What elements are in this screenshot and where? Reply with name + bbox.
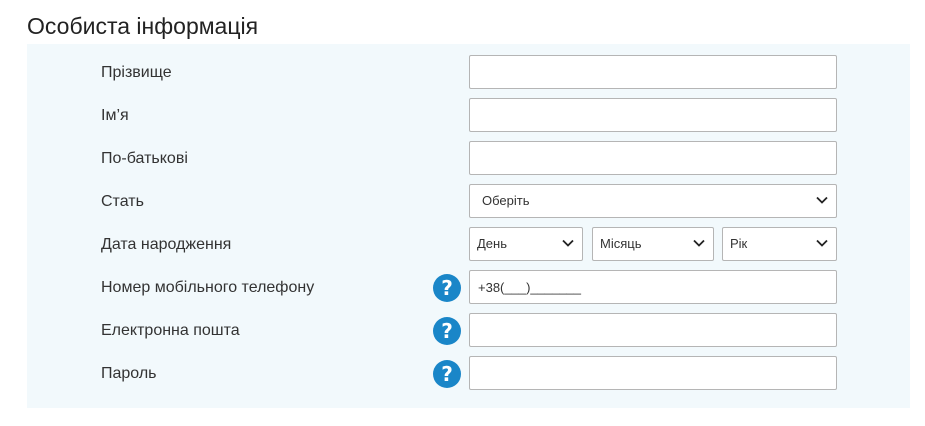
mobile-phone-row: Номер мобільного телефону ? <box>27 270 910 306</box>
first-name-label: Ім’я <box>101 107 129 124</box>
password-input[interactable] <box>469 356 837 390</box>
personal-info-form: Прізвище Ім’я По-батькові Стать Оберіть … <box>27 44 910 408</box>
email-row: Електронна пошта ? <box>27 313 910 349</box>
mobile-phone-label: Номер мобільного телефону <box>101 279 315 296</box>
birth-date-row: Дата народження День Місяць Рік <box>27 227 910 263</box>
gender-select[interactable]: Оберіть <box>469 184 837 218</box>
birth-year-select[interactable]: Рік <box>722 227 837 261</box>
email-label: Електронна пошта <box>101 322 240 339</box>
password-row: Пароль ? <box>27 356 910 392</box>
section-title: Особиста інформація <box>27 13 259 39</box>
surname-label: Прізвище <box>101 64 172 81</box>
password-label: Пароль <box>101 365 157 382</box>
birth-date-label: Дата народження <box>101 236 232 253</box>
help-icon[interactable]: ? <box>433 360 461 388</box>
first-name-row: Ім’я <box>27 98 910 134</box>
chevron-down-icon <box>816 196 828 204</box>
surname-input[interactable] <box>469 55 837 89</box>
help-icon[interactable]: ? <box>433 317 461 345</box>
gender-select-value: Оберіть <box>482 193 530 208</box>
patronymic-input[interactable] <box>469 141 837 175</box>
birth-month-select-value: Місяць <box>600 236 642 251</box>
first-name-input[interactable] <box>469 98 837 132</box>
chevron-down-icon <box>816 239 828 247</box>
gender-row: Стать Оберіть <box>27 184 910 220</box>
birth-month-select[interactable]: Місяць <box>592 227 714 261</box>
email-input[interactable] <box>469 313 837 347</box>
surname-row: Прізвище <box>27 55 910 91</box>
patronymic-label: По-батькові <box>101 150 188 167</box>
help-icon[interactable]: ? <box>433 274 461 302</box>
birth-day-select-value: День <box>477 236 507 251</box>
birth-day-select[interactable]: День <box>469 227 583 261</box>
patronymic-row: По-батькові <box>27 141 910 177</box>
chevron-down-icon <box>693 239 705 247</box>
mobile-phone-input[interactable] <box>469 270 837 304</box>
gender-label: Стать <box>101 193 144 210</box>
birth-year-select-value: Рік <box>730 236 748 251</box>
chevron-down-icon <box>562 239 574 247</box>
